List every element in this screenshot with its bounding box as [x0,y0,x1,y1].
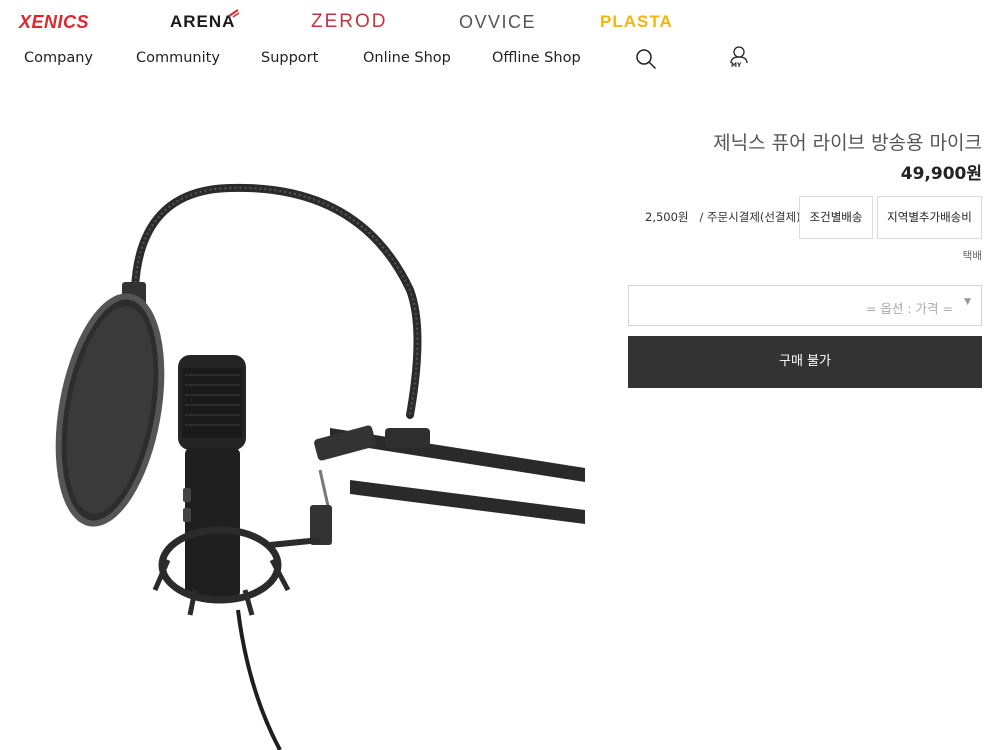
shipping-payment-type: / 주문시결제(선결제) [699,210,801,224]
brand-zerod-logo[interactable]: ZEROD [311,10,388,34]
search-icon[interactable] [635,48,657,70]
nav-item-support[interactable]: Support [261,48,318,68]
brand-ovvice-logo[interactable]: OVVICE [459,10,536,34]
product-title: 제닉스 퓨어 라이브 방송용 마이크 [713,132,982,154]
conditional-shipping-button[interactable]: 조건별배송 [799,196,873,239]
shipping-fee-amount: 2,500원 [645,210,689,224]
brand-xenics-logo[interactable]: XENICS [19,10,89,34]
dropdown-arrow-icon: ▼ [964,297,971,307]
buy-button[interactable]: 구매 불가 [628,336,982,388]
product-price: 49,900원 [900,164,982,184]
arena-mark-icon [228,9,240,18]
product-image [55,183,585,750]
brand-arena-logo[interactable]: ARENA [170,9,240,34]
delivery-method: 택배 [962,250,982,262]
brand-arena-label: ARENA [170,12,236,31]
nav-item-community[interactable]: Community [136,48,220,68]
regional-shipping-fee-button[interactable]: 지역별추가배송비 [877,196,982,239]
my-label: MY [731,62,742,69]
option-select-placeholder: = 옵션 : 가격 = [865,301,953,316]
shipping-info: 2,500원 / 주문시결제(선결제) 조건별배송 지역별추가배송비 [627,196,982,239]
my-account-button[interactable]: MY [728,46,750,72]
brand-bar: XENICS ARENA ZEROD OVVICE PLASTA [0,9,700,34]
brand-plasta-logo[interactable]: PLASTA [600,10,673,34]
nav-item-company[interactable]: Company [24,48,93,68]
nav-item-online-shop[interactable]: Online Shop [363,48,451,68]
nav-item-offline-shop[interactable]: Offline Shop [492,48,581,68]
option-select[interactable]: = 옵션 : 가격 = ▼ [628,285,982,326]
shipping-fee: 2,500원 / 주문시결제(선결제) [645,209,801,225]
